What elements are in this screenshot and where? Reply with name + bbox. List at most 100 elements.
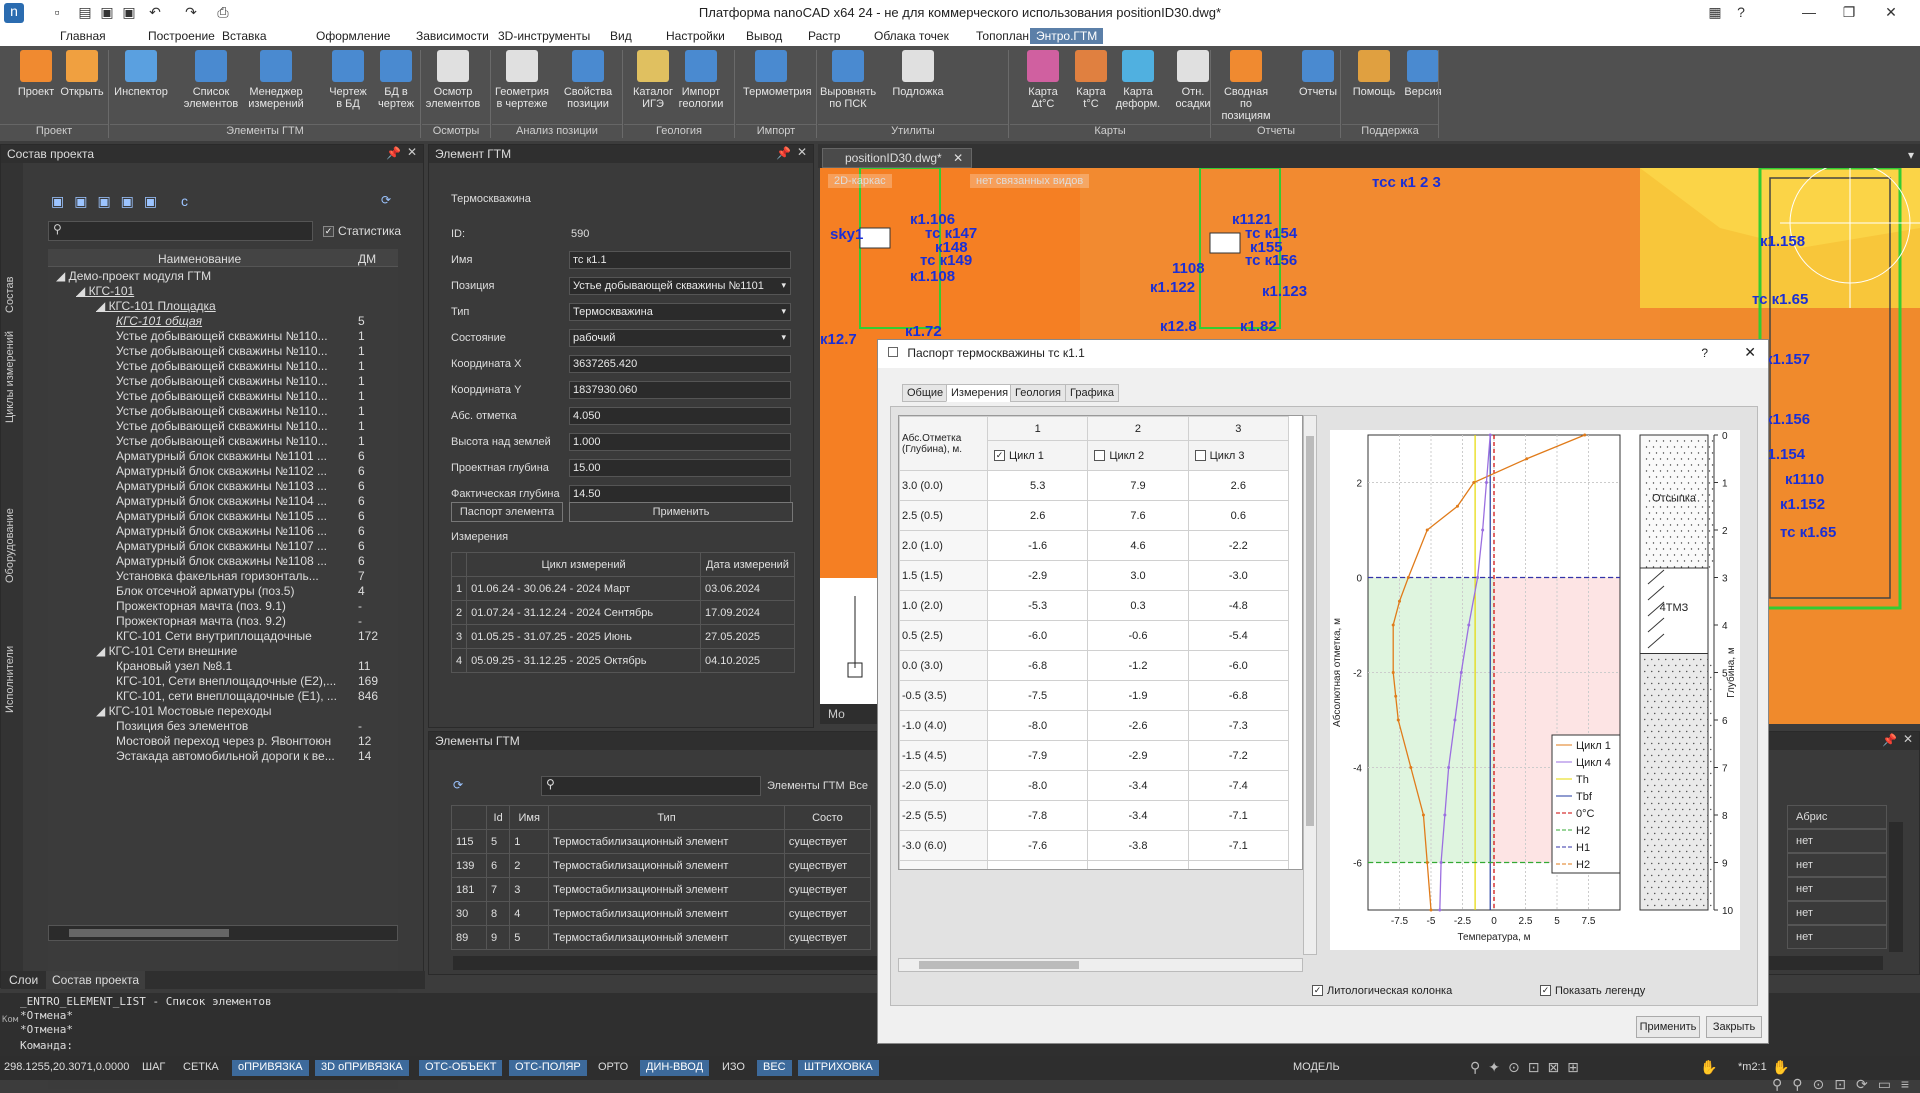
status-tool-icons[interactable]: ⚲✦⊙⊡⊠⊞ bbox=[1470, 1059, 1587, 1076]
grid-row[interactable]: -2.5 (5.5) -7.8 -3.4 -7.1 bbox=[899, 800, 1290, 831]
field-value[interactable]: 3637265.420 bbox=[569, 355, 791, 373]
side-tab-1[interactable]: Циклы измерений bbox=[4, 331, 16, 423]
drawing-label[interactable]: тс к156 bbox=[1245, 252, 1297, 269]
pin-icon[interactable]: 📌 bbox=[1882, 733, 1897, 747]
elements-col[interactable] bbox=[451, 805, 487, 830]
ribbon-group-0[interactable]: Проект bbox=[0, 124, 108, 139]
drawing-label[interactable]: к12.7 bbox=[820, 331, 857, 348]
tab-layers[interactable]: Слои bbox=[9, 973, 38, 987]
side-tab-2[interactable]: Оборудование bbox=[4, 508, 16, 583]
view-style-overlay[interactable]: 2D-каркас bbox=[828, 174, 892, 188]
tree-item[interactable]: Устье добывающей скважины №110... 1 bbox=[48, 359, 398, 374]
tree-item[interactable]: Арматурный блок скважины №1105 ... 6 bbox=[48, 509, 398, 524]
tree-item[interactable]: Устье добывающей скважины №110... 1 bbox=[48, 419, 398, 434]
drawing-tab[interactable]: positionID30.dwg* ✕ bbox=[822, 148, 973, 168]
close-tab-icon[interactable]: ✕ bbox=[953, 151, 963, 165]
field-value[interactable]: 1837930.060 bbox=[569, 381, 791, 399]
filter-select[interactable]: Все bbox=[849, 780, 868, 792]
grid-cycle-header[interactable]: ✓ Цикл 1 bbox=[986, 440, 1089, 471]
dialog-tab-3[interactable]: Графика bbox=[1065, 384, 1119, 402]
ribbon-group-3[interactable]: Анализ позиции bbox=[492, 124, 622, 139]
grid-row[interactable]: -1.5 (4.5) -7.9 -2.9 -7.2 bbox=[899, 740, 1290, 771]
grid-row[interactable]: -2.0 (5.0) -8.0 -3.4 -7.4 bbox=[899, 770, 1290, 801]
ribbon-button-17[interactable]: Карта деформ. bbox=[1110, 50, 1166, 110]
ribbon-tab-6[interactable]: Вид bbox=[604, 28, 638, 44]
tree-item[interactable]: Устье добывающей скважины №110... 1 bbox=[48, 329, 398, 344]
ribbon-tab-5[interactable]: 3D-инструменты bbox=[492, 28, 596, 44]
tree-item[interactable]: Арматурный блок скважины №1104 ... 6 bbox=[48, 494, 398, 509]
tab-dropdown-icon[interactable]: ▾ bbox=[1908, 148, 1914, 162]
tree-item[interactable]: Установка факельная горизонталь... 7 bbox=[48, 569, 398, 584]
drawing-label[interactable]: к1.122 bbox=[1150, 279, 1195, 296]
dropdown-arrow-icon[interactable]: ▾ bbox=[781, 332, 786, 343]
grid-row[interactable]: 0.0 (3.0) -6.8 -1.2 -6.0 bbox=[899, 650, 1290, 681]
elements-row[interactable]: 181 7 3 Термостабилизационный элемент сущест… bbox=[451, 877, 872, 902]
ribbon-group-9[interactable]: Поддержка bbox=[1342, 124, 1438, 139]
stats-checkbox[interactable]: ✓ Статистика bbox=[323, 224, 401, 238]
project-search-input[interactable]: ⚲ bbox=[48, 221, 313, 241]
ribbon-group-7[interactable]: Карты bbox=[1010, 124, 1210, 139]
elements-row[interactable]: 115 5 1 Термостабилизационный элемент сущест… bbox=[451, 829, 872, 854]
ribbon-button-1[interactable]: Открыть bbox=[54, 50, 110, 98]
grid-row[interactable]: 2.0 (1.0) -1.6 4.6 -2.2 bbox=[899, 530, 1290, 561]
ribbon-button-20[interactable]: Отчеты bbox=[1290, 50, 1346, 98]
drawing-label[interactable]: к1.108 bbox=[910, 268, 955, 285]
grid-row[interactable]: 1.5 (1.5) -2.9 3.0 -3.0 bbox=[899, 560, 1290, 591]
tree-item[interactable]: ◢ КГС-101 bbox=[48, 284, 398, 299]
status-toggle[interactable]: 3D оПРИВЯЗКА bbox=[315, 1060, 409, 1076]
ribbon-button-6[interactable]: БД в чертеж bbox=[368, 50, 424, 110]
tree-item[interactable]: Устье добывающей скважины №110... 1 bbox=[48, 434, 398, 449]
drawing-label[interactable]: к12.8 bbox=[1160, 318, 1197, 335]
dialog-tab-1[interactable]: Измерения bbox=[946, 384, 1014, 402]
field-value[interactable]: рабочий ▾ bbox=[569, 329, 791, 347]
elements-col[interactable]: Id bbox=[485, 805, 511, 830]
grid-row[interactable]: 2.5 (0.5) 2.6 7.6 0.6 bbox=[899, 500, 1290, 531]
workspace-icon[interactable]: ▦ bbox=[1706, 4, 1724, 22]
status-toggle[interactable]: ДИН-ВВОД bbox=[640, 1060, 710, 1076]
ribbon-tab-1[interactable]: Построение bbox=[142, 28, 221, 44]
ribbon-button-7[interactable]: Осмотр элементов bbox=[425, 50, 481, 110]
drawing-label[interactable]: тс к1.65 bbox=[1780, 524, 1836, 541]
tree-item[interactable]: Арматурный блок скважины №1101 ... 6 bbox=[48, 449, 398, 464]
tree-item[interactable]: Арматурный блок скважины №1108 ... 6 bbox=[48, 554, 398, 569]
side-tab-0[interactable]: Состав bbox=[4, 277, 16, 313]
legend-checkbox[interactable]: ✓ Показать легенду bbox=[1540, 983, 1645, 997]
ribbon-group-5[interactable]: Импорт bbox=[736, 124, 816, 139]
drawing-label[interactable]: к1.123 bbox=[1262, 283, 1307, 300]
ribbon-button-14[interactable]: Подложка bbox=[890, 50, 946, 98]
measurement-row[interactable]: 4 05.09.25 - 31.12.25 - 2025 Октябрь 04.10… bbox=[450, 648, 795, 673]
tree-item[interactable]: ◢ КГС-101 Площадка bbox=[48, 299, 398, 314]
drawing-label[interactable]: 1108 bbox=[1172, 260, 1205, 277]
status-toggle[interactable]: оПРИВЯЗКА bbox=[232, 1060, 309, 1076]
drawing-label[interactable]: тсс к1 2 3 bbox=[1372, 174, 1441, 191]
status-right-icons[interactable]: ✋ bbox=[1700, 1059, 1725, 1076]
grid-row[interactable]: -1.0 (4.0) -8.0 -2.6 -7.3 bbox=[899, 710, 1290, 741]
tree-item[interactable]: ◢ Демо-проект модуля ГТМ bbox=[48, 269, 398, 284]
cycle-checkbox[interactable] bbox=[1194, 450, 1206, 462]
tree-item[interactable]: Устье добывающей скважины №110... 1 bbox=[48, 344, 398, 359]
grid-row[interactable]: -3.0 (6.0) -7.6 -3.8 -7.1 bbox=[899, 830, 1290, 861]
refresh-icon[interactable]: ⟳ bbox=[453, 778, 463, 792]
refresh-icon[interactable]: ⟳ bbox=[381, 193, 391, 207]
measurement-row[interactable]: 3 01.05.25 - 31.07.25 - 2025 Июнь 27.05.20… bbox=[450, 624, 795, 649]
litho-checkbox[interactable]: ✓ Литологическая колонка bbox=[1312, 983, 1452, 997]
status-toggle[interactable]: ОРТО bbox=[592, 1060, 634, 1076]
drawing-label[interactable]: к1.156 bbox=[1765, 411, 1810, 428]
tree-item[interactable]: Устье добывающей скважины №110... 1 bbox=[48, 389, 398, 404]
ribbon-button-18[interactable]: Отн. осадки bbox=[1165, 50, 1221, 110]
tree-item[interactable]: ◢ КГС-101 Мостовые переходы bbox=[48, 704, 398, 719]
field-value[interactable]: Термоскважина ▾ bbox=[569, 303, 791, 321]
drawing-label[interactable]: тс к149 bbox=[920, 252, 972, 269]
grid-row[interactable]: -4.0 (7.0)-6.6-3.7-6.3 bbox=[899, 860, 1290, 869]
drawing-label[interactable]: к1110 bbox=[1785, 471, 1824, 488]
dialog-tab-0[interactable]: Общие bbox=[902, 384, 949, 402]
elements-row[interactable]: 89 9 5 Термостабилизационный элемент существ… bbox=[451, 925, 872, 950]
ribbon-tab-11[interactable]: Топоплан bbox=[970, 28, 1035, 44]
ribbon-button-4[interactable]: Менеджер измерений bbox=[248, 50, 304, 110]
tree-item[interactable]: КГС-101 общая 5 bbox=[48, 314, 398, 329]
ribbon-group-4[interactable]: Геология bbox=[624, 124, 734, 139]
tree-item[interactable]: Устье добывающей скважины №110... 1 bbox=[48, 404, 398, 419]
ribbon-tab-9[interactable]: Растр bbox=[802, 28, 846, 44]
elements-col[interactable]: Тип bbox=[548, 805, 785, 830]
tree-item[interactable]: Устье добывающей скважины №110... 1 bbox=[48, 374, 398, 389]
